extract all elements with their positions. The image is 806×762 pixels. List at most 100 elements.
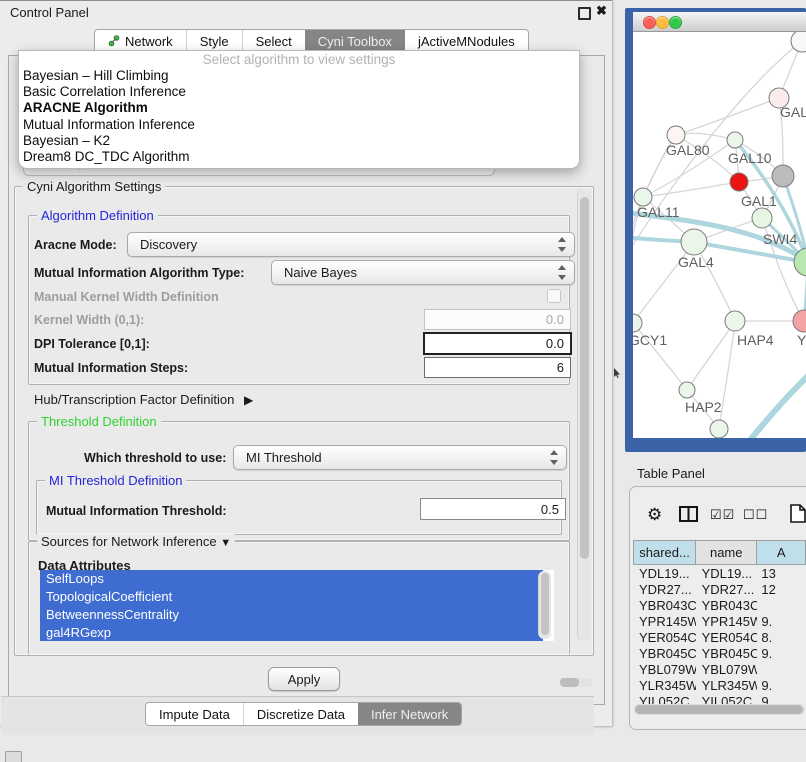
data-attributes-list[interactable]: SelfLoopsTopologicalCoefficientBetweenne… — [40, 570, 554, 641]
threshold-definition-title: Threshold Definition — [37, 414, 161, 429]
spinner-arrows-icon — [549, 449, 559, 466]
network-node[interactable] — [681, 229, 707, 255]
hub-definition-toggle[interactable]: Hub/Transcription Factor Definition ▶ — [34, 392, 253, 407]
network-node[interactable] — [710, 420, 728, 438]
tab-discretize-data[interactable]: Discretize Data — [243, 703, 358, 725]
table-row[interactable]: YDR27...YDR27...12 — [633, 581, 806, 597]
mi-threshold-field[interactable]: 0.5 — [420, 498, 566, 520]
network-node-label-gal1: GAL1 — [741, 193, 777, 209]
aracne-mode-select[interactable]: Discovery — [127, 232, 575, 257]
network-node[interactable] — [772, 165, 794, 187]
table-cell: YDR27... — [696, 582, 758, 597]
settings-vertical-scrollbar[interactable] — [577, 189, 591, 641]
table-cell: YDL19... — [696, 566, 758, 581]
algorithm-option-mutual-information-inference[interactable]: Mutual Information Inference — [19, 117, 579, 133]
mi-threshold-label: Mutual Information Threshold: — [46, 504, 227, 518]
dpi-tolerance-field[interactable]: 0.0 — [423, 332, 572, 355]
column-header-3[interactable]: A — [757, 541, 806, 564]
table-row[interactable]: YER054CYER054C8. — [633, 629, 806, 645]
tab-select[interactable]: Select — [242, 30, 305, 52]
table-horizontal-scrollbar[interactable] — [634, 704, 805, 715]
algorithm-option-bayesian-k2[interactable]: Bayesian – K2 — [19, 133, 579, 149]
attribute-item-topologicalcoefficient[interactable]: TopologicalCoefficient — [40, 588, 543, 606]
network-window-titlebar[interactable] — [633, 12, 806, 32]
network-node-label-gal11: GAL11 — [637, 204, 680, 220]
table-row[interactable]: YDL19...YDL19...13 — [633, 565, 806, 581]
table-cell: 13 — [757, 566, 806, 581]
panel-horizontal-scrollbar[interactable] — [560, 678, 592, 687]
tab-style[interactable]: Style — [186, 30, 242, 52]
expanded-arrow-icon: ▼ — [220, 537, 231, 549]
control-panel-title: Control Panel — [10, 5, 89, 20]
sources-group-title[interactable]: Sources for Network Inference ▼ — [37, 534, 235, 549]
select-all-checked-icon[interactable]: ☑☑ — [710, 507, 735, 523]
table-row[interactable]: YBR043CYBR043C — [633, 597, 806, 613]
network-node[interactable] — [791, 32, 806, 52]
tab-label: Cyni Toolbox — [318, 34, 392, 49]
tab-label: Discretize Data — [257, 707, 345, 722]
attribute-item-selfloops[interactable]: SelfLoops — [40, 570, 543, 588]
mi-type-select[interactable]: Naive Bayes — [271, 260, 575, 285]
tab-jactivemnodules[interactable]: jActiveMNodules — [405, 30, 528, 52]
attribute-item-gal4rgexp[interactable]: gal4RGexp — [40, 624, 543, 641]
attributes-list-scrollbar[interactable] — [538, 571, 551, 639]
attributes-scrollbar-thumb[interactable] — [541, 573, 549, 635]
table-cell: YLR345W — [696, 678, 758, 693]
spinner-arrows-icon — [557, 264, 567, 281]
apply-button[interactable]: Apply — [268, 667, 340, 691]
attribute-item-betweennesscentrality[interactable]: BetweennessCentrality — [40, 606, 543, 624]
tab-network[interactable]: Network — [95, 30, 186, 52]
algorithm-definition-title: Algorithm Definition — [37, 208, 158, 223]
network-window: GALGAL80GAL10GAL1GAL11SWI4GAL4GCY1HAP4YH… — [633, 12, 806, 438]
which-threshold-select[interactable]: MI Threshold — [233, 445, 567, 470]
algorithm-option-bayesian-hill-climbing[interactable]: Bayesian – Hill Climbing — [19, 68, 579, 84]
table-cell: YBR043C — [696, 598, 758, 613]
cyni-settings-group-title: Cyni Algorithm Settings — [23, 179, 165, 194]
network-node[interactable] — [730, 173, 748, 191]
kernel-width-field[interactable]: 0.0 — [424, 309, 571, 330]
close-icon[interactable]: ✖ — [596, 3, 607, 19]
kernel-width-label: Kernel Width (0,1): — [34, 313, 144, 327]
network-node[interactable] — [752, 208, 772, 228]
manual-kernel-label: Manual Kernel Width Definition — [34, 290, 219, 304]
algorithm-option-basic-correlation-inference[interactable]: Basic Correlation Inference — [19, 84, 579, 100]
network-node[interactable] — [725, 311, 745, 331]
network-node[interactable] — [633, 314, 642, 332]
mac-zoom-icon[interactable] — [669, 16, 682, 29]
table-cell: YER054C — [633, 630, 696, 645]
table-cell: YDL19... — [633, 566, 696, 581]
network-node[interactable] — [727, 132, 743, 148]
tab-cyni-toolbox[interactable]: Cyni Toolbox — [305, 30, 405, 52]
deselect-all-icon[interactable]: ☐☐ — [743, 507, 768, 523]
table-row[interactable]: YPR145WYPR145W9. — [633, 613, 806, 629]
split-columns-icon[interactable] — [679, 506, 699, 523]
column-header-2[interactable]: name — [696, 541, 757, 564]
column-header-1[interactable]: shared... — [634, 541, 696, 564]
network-node[interactable] — [793, 310, 806, 332]
table-row[interactable]: YBR045CYBR045C9. — [633, 645, 806, 661]
manual-kernel-checkbox[interactable] — [547, 289, 561, 303]
tab-label: Impute Data — [159, 707, 230, 722]
gear-icon[interactable]: ⚙ — [647, 505, 662, 525]
float-window-icon[interactable] — [578, 7, 591, 20]
mac-minimize-icon[interactable] — [656, 16, 669, 29]
mac-close-icon[interactable] — [643, 16, 656, 29]
table-cell: YDR27... — [633, 582, 696, 597]
mi-steps-field[interactable]: 6 — [424, 357, 571, 378]
settings-scrollbar-thumb[interactable] — [580, 197, 589, 559]
document-icon[interactable] — [790, 504, 806, 523]
algorithm-option-aracne-algorithm[interactable]: ARACNE Algorithm — [19, 100, 579, 116]
tab-infer-network[interactable]: Infer Network — [358, 703, 461, 725]
aracne-mode-value: Discovery — [140, 237, 197, 252]
network-canvas[interactable]: GALGAL80GAL10GAL1GAL11SWI4GAL4GCY1HAP4YH… — [633, 32, 806, 438]
table-hscrollbar-thumb[interactable] — [635, 705, 803, 714]
screen: Control Panel ✖ Network Style Select Cyni T… — [0, 0, 806, 762]
table-row[interactable]: YLR345WYLR345W9. — [633, 677, 806, 693]
table-row[interactable]: YBL079WYBL079W — [633, 661, 806, 677]
tab-label: Style — [200, 34, 229, 49]
algorithm-option-dream8-dc-tdc-algorithm[interactable]: Dream8 DC_TDC Algorithm — [19, 149, 579, 165]
panel-hscrollbar-thumb[interactable] — [560, 678, 579, 687]
tab-impute-data[interactable]: Impute Data — [146, 703, 243, 725]
network-node[interactable] — [679, 382, 695, 398]
table-cell: 9. — [757, 678, 806, 693]
